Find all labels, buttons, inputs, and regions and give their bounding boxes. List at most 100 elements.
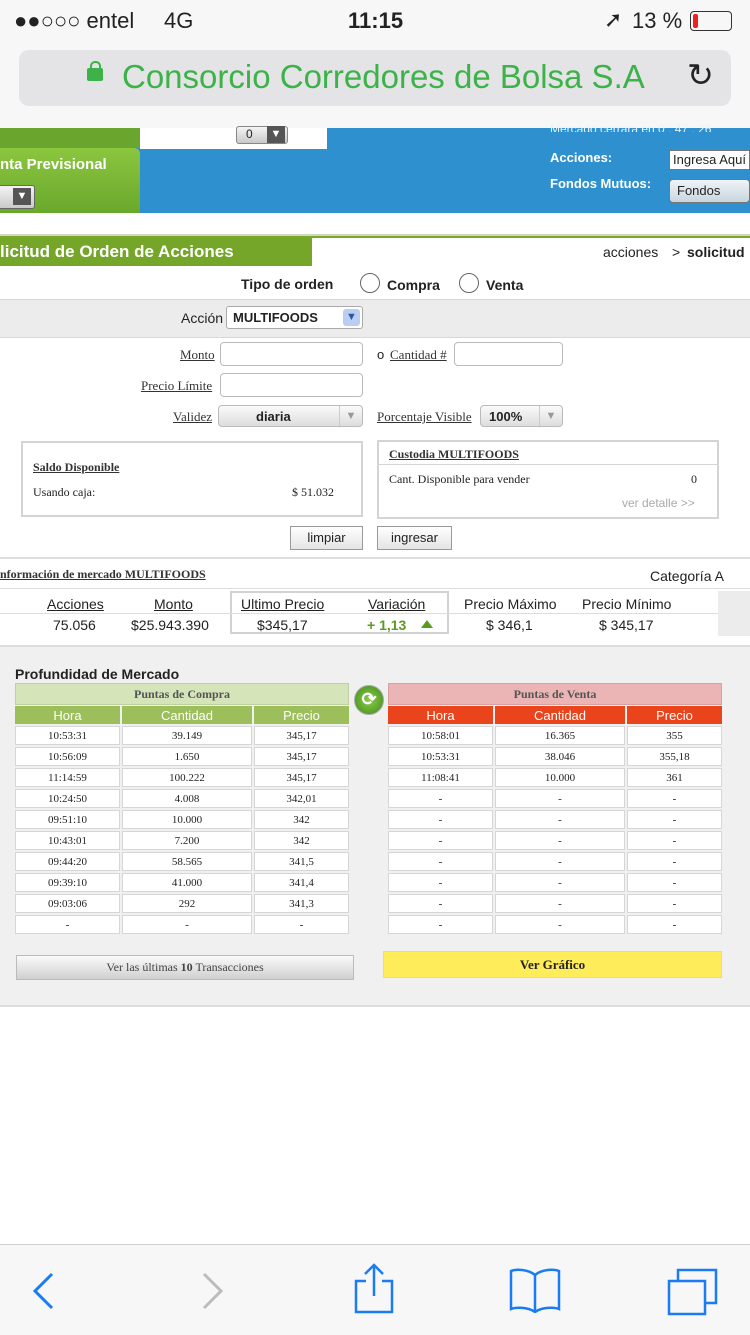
compra-cell-cantidad: 4.008: [122, 789, 252, 808]
usando-caja-label: Usando caja:: [33, 485, 96, 499]
chevron-down-icon: ▼: [343, 309, 360, 326]
precio-limite-input[interactable]: [220, 373, 363, 397]
o-label: o: [377, 347, 385, 362]
venta-cell-hora: 10:58:01: [388, 726, 493, 745]
chevron-down-icon: ▼: [267, 126, 285, 143]
accion-row: Acción MULTIFOODS ▼: [0, 299, 750, 338]
venta-row: ---: [388, 831, 722, 850]
menu-tab[interactable]: [0, 128, 140, 148]
venta-row: 10:58:01 16.365 355: [388, 726, 722, 745]
compra-cell-precio: 342: [254, 810, 349, 829]
share-icon[interactable]: [353, 1263, 395, 1315]
compra-cell-precio: 341,4: [254, 873, 349, 892]
precio-limite-label: Precio Límite: [141, 378, 213, 393]
breadcrumb-acciones[interactable]: acciones: [603, 238, 658, 266]
venta-row: ---: [388, 810, 722, 829]
section-title: licitud de Orden de Acciones: [0, 238, 312, 266]
venta-cell-precio: 355: [627, 726, 722, 745]
back-icon[interactable]: [30, 1271, 56, 1311]
accion-select[interactable]: MULTIFOODS ▼: [226, 306, 363, 329]
validez-select[interactable]: diaria ▼: [218, 405, 363, 427]
url-bar: Consorcio Corredores de Bolsa S.A ↻: [0, 40, 750, 128]
header-acciones[interactable]: Acciones: [47, 596, 104, 612]
fondos-select[interactable]: Fondos: [669, 179, 750, 203]
venta-row: ---: [388, 894, 722, 913]
battery-percent: 13 %: [632, 8, 683, 33]
compra-cell-cantidad: 10.000: [122, 810, 252, 829]
monto-label: Monto: [180, 347, 215, 362]
venta-cell-cantidad: -: [495, 873, 625, 892]
page-title: Consorcio Corredores de Bolsa S.A: [122, 58, 645, 95]
compra-cell-hora: -: [15, 915, 120, 934]
section-bar: licitud de Orden de Acciones acciones > …: [0, 234, 750, 266]
divider: [0, 557, 750, 559]
venta-cell-hora: 10:53:31: [388, 747, 493, 766]
tabs-icon[interactable]: [666, 1267, 720, 1317]
compra-row: 09:39:10 41.000 341,4: [15, 873, 349, 892]
ver-detalle-link[interactable]: ver detalle >>: [622, 496, 695, 510]
compra-row: 10:43:01 7.200 342: [15, 831, 349, 850]
compra-header: Puntas de Compra: [15, 683, 349, 705]
ver-grafico-button[interactable]: Ver Gráfico: [383, 951, 722, 978]
monto-input[interactable]: [220, 342, 363, 366]
ver-transacciones-button[interactable]: Ver las últimas 10 Transacciones: [16, 955, 354, 980]
compra-cell-cantidad: 7.200: [122, 831, 252, 850]
header-ultimo-precio[interactable]: Ultimo Precio: [241, 596, 324, 612]
venta-row: ---: [388, 915, 722, 934]
prev-select[interactable]: ▼: [0, 185, 35, 209]
limpiar-button[interactable]: limpiar: [290, 526, 363, 550]
compra-row: 10:56:09 1.650 345,17: [15, 747, 349, 766]
prev-tab-label: nta Previsional: [0, 156, 107, 173]
header-monto[interactable]: Monto: [154, 596, 193, 612]
compra-table: Hora Cantidad Precio 10:53:31 39.149 345,1…: [13, 704, 351, 936]
venta-cell-precio: -: [627, 915, 722, 934]
cantidad-label: Cantidad #: [390, 347, 447, 362]
ingresar-button[interactable]: ingresar: [377, 526, 452, 550]
up-arrow-icon: [421, 620, 433, 628]
browser-toolbar: [0, 1244, 750, 1335]
divider: [379, 464, 717, 465]
compra-cell-precio: 345,17: [254, 768, 349, 787]
compra-row: 09:51:10 10.000 342: [15, 810, 349, 829]
venta-header: Puntas de Venta: [388, 683, 722, 705]
refresh-icon[interactable]: ⟳: [354, 685, 384, 715]
cantidad-input[interactable]: [454, 342, 563, 366]
venta-cell-hora: -: [388, 810, 493, 829]
header-variacion[interactable]: Variación: [368, 596, 425, 612]
acciones-search-input[interactable]: Ingresa Aquí: [669, 150, 750, 170]
compra-radio[interactable]: [360, 273, 380, 293]
reload-icon[interactable]: ↻: [687, 56, 714, 94]
tipo-orden-label: Tipo de orden: [241, 276, 334, 292]
venta-col-hora: Hora: [388, 706, 493, 724]
accion-label: Acción: [181, 310, 224, 326]
divider: [0, 588, 750, 589]
venta-row: ---: [388, 873, 722, 892]
location-arrow-icon: ➚: [604, 7, 623, 32]
compra-col-hora: Hora: [15, 706, 120, 724]
compra-row: 10:53:31 39.149 345,17: [15, 726, 349, 745]
forward-icon[interactable]: [200, 1271, 226, 1311]
compra-row: 09:44:20 58.565 341,5: [15, 852, 349, 871]
compra-cell-precio: 345,17: [254, 747, 349, 766]
venta-radio[interactable]: [459, 273, 479, 293]
value-precio-minimo: $ 345,17: [599, 617, 654, 633]
venta-cell-cantidad: -: [495, 789, 625, 808]
compra-row: 11:14:59 100.222 345,17: [15, 768, 349, 787]
bookmarks-icon[interactable]: [508, 1267, 562, 1313]
chevron-down-icon: ▼: [539, 406, 562, 426]
cuenta-previsional-tab[interactable]: nta Previsional ▼: [0, 148, 140, 213]
venta-cell-cantidad: 38.046: [495, 747, 625, 766]
compra-cell-hora: 10:56:09: [15, 747, 120, 766]
compra-cell-precio: 345,17: [254, 726, 349, 745]
saldo-title: Saldo Disponible: [33, 460, 120, 474]
qty-select[interactable]: 0 ▼: [236, 126, 288, 144]
address-field[interactable]: Consorcio Corredores de Bolsa S.A ↻: [19, 50, 731, 106]
value-monto: $25.943.390: [131, 617, 209, 633]
porcentaje-select[interactable]: 100% ▼: [480, 405, 563, 427]
venta-cell-precio: -: [627, 852, 722, 871]
venta-cell-precio: -: [627, 810, 722, 829]
venta-cell-precio: -: [627, 789, 722, 808]
status-bar: ●●○○○ entel 4G 11:15 ➚ 13 %: [0, 0, 750, 40]
ver-transacciones-pre: Ver las últimas: [106, 960, 181, 974]
cant-disponible-value: 0: [691, 472, 697, 486]
